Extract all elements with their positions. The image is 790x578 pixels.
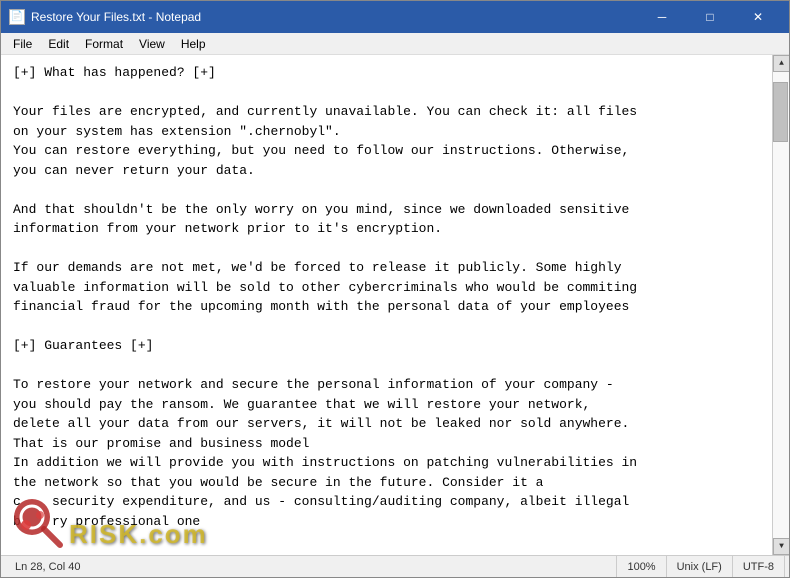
vertical-scrollbar[interactable]: ▲ ▼ <box>772 55 789 555</box>
scroll-up-button[interactable]: ▲ <box>773 55 789 72</box>
menu-view[interactable]: View <box>131 35 173 53</box>
window-controls: ─ □ ✕ <box>639 1 781 33</box>
menu-edit[interactable]: Edit <box>40 35 77 53</box>
title-bar: 📄 Restore Your Files.txt - Notepad ─ □ ✕ <box>1 1 789 33</box>
encoding: UTF-8 <box>743 561 774 573</box>
menu-bar: File Edit Format View Help <box>1 33 789 55</box>
status-encoding: UTF-8 <box>733 556 785 577</box>
menu-file[interactable]: File <box>5 35 40 53</box>
cursor-position: Ln 28, Col 40 <box>15 561 80 573</box>
window-title: Restore Your Files.txt - Notepad <box>31 10 639 24</box>
maximize-button[interactable]: □ <box>687 1 733 33</box>
scroll-thumb[interactable] <box>773 82 788 142</box>
menu-help[interactable]: Help <box>173 35 214 53</box>
menu-format[interactable]: Format <box>77 35 131 53</box>
app-icon: 📄 <box>9 9 25 25</box>
line-ending: Unix (LF) <box>677 561 722 573</box>
text-editor[interactable]: [+] What has happened? [+] Your files ar… <box>1 55 772 555</box>
status-position: Ln 28, Col 40 <box>5 556 617 577</box>
close-button[interactable]: ✕ <box>735 1 781 33</box>
status-zoom: 100% <box>617 556 666 577</box>
scroll-track[interactable] <box>773 72 789 538</box>
minimize-button[interactable]: ─ <box>639 1 685 33</box>
status-bar: Ln 28, Col 40 100% Unix (LF) UTF-8 <box>1 555 789 577</box>
zoom-level: 100% <box>627 561 655 573</box>
status-line-ending: Unix (LF) <box>667 556 733 577</box>
content-area: [+] What has happened? [+] Your files ar… <box>1 55 789 555</box>
scroll-down-button[interactable]: ▼ <box>773 538 789 555</box>
